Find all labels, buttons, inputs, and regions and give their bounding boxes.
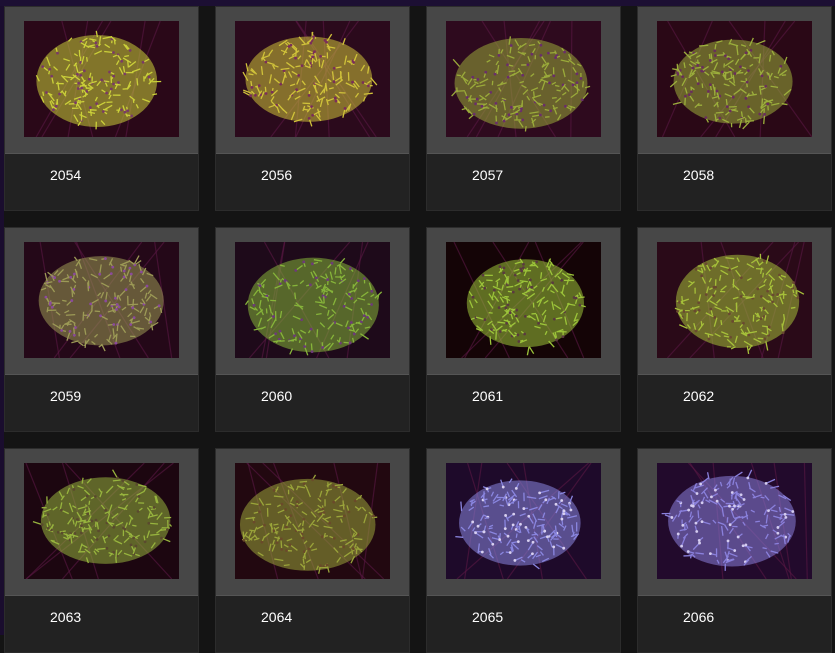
thumbnail-frame: [638, 7, 831, 154]
thumbnail-frame: [427, 228, 620, 375]
coral-photo[interactable]: [657, 21, 812, 137]
thumbnail-label[interactable]: 2066: [683, 609, 714, 625]
coral-photo[interactable]: [235, 463, 390, 579]
thumbnail-label[interactable]: 2060: [261, 388, 292, 404]
thumbnail-card[interactable]: 2059: [4, 227, 199, 432]
thumbnail-card[interactable]: 2066: [637, 448, 832, 653]
thumbnail-card[interactable]: 2057: [426, 6, 621, 211]
thumbnail-grid: 2054 2056 2057 2058 2059 2060 2061: [4, 6, 830, 635]
thumbnail-label[interactable]: 2056: [261, 167, 292, 183]
thumbnail-label[interactable]: 2054: [50, 167, 81, 183]
thumbnail-card[interactable]: 2063: [4, 448, 199, 653]
coral-photo[interactable]: [24, 463, 179, 579]
thumbnail-label[interactable]: 2059: [50, 388, 81, 404]
thumbnail-label[interactable]: 2062: [683, 388, 714, 404]
thumbnail-frame: [427, 449, 620, 596]
thumbnail-frame: [5, 7, 198, 154]
thumbnail-card[interactable]: 2058: [637, 6, 832, 211]
coral-photo[interactable]: [24, 21, 179, 137]
thumbnail-frame: [638, 449, 831, 596]
thumbnail-label[interactable]: 2064: [261, 609, 292, 625]
coral-photo[interactable]: [657, 463, 812, 579]
coral-photo[interactable]: [235, 242, 390, 358]
thumbnail-card[interactable]: 2065: [426, 448, 621, 653]
thumbnail-frame: [5, 449, 198, 596]
coral-photo[interactable]: [24, 242, 179, 358]
thumbnail-frame: [427, 7, 620, 154]
thumbnail-label[interactable]: 2065: [472, 609, 503, 625]
thumbnail-card[interactable]: 2064: [215, 448, 410, 653]
thumbnail-label[interactable]: 2061: [472, 388, 503, 404]
thumbnail-frame: [638, 228, 831, 375]
thumbnail-card[interactable]: 2060: [215, 227, 410, 432]
thumbnail-frame: [5, 228, 198, 375]
thumbnail-frame: [216, 449, 409, 596]
thumbnail-card[interactable]: 2056: [215, 6, 410, 211]
thumbnail-label[interactable]: 2063: [50, 609, 81, 625]
thumbnail-frame: [216, 228, 409, 375]
coral-photo[interactable]: [446, 21, 601, 137]
thumbnail-frame: [216, 7, 409, 154]
coral-photo[interactable]: [446, 242, 601, 358]
coral-photo[interactable]: [235, 21, 390, 137]
thumbnail-card[interactable]: 2054: [4, 6, 199, 211]
thumbnail-label[interactable]: 2058: [683, 167, 714, 183]
thumbnail-card[interactable]: 2061: [426, 227, 621, 432]
thumbnail-card[interactable]: 2062: [637, 227, 832, 432]
thumbnail-label[interactable]: 2057: [472, 167, 503, 183]
coral-photo[interactable]: [446, 463, 601, 579]
coral-photo[interactable]: [657, 242, 812, 358]
